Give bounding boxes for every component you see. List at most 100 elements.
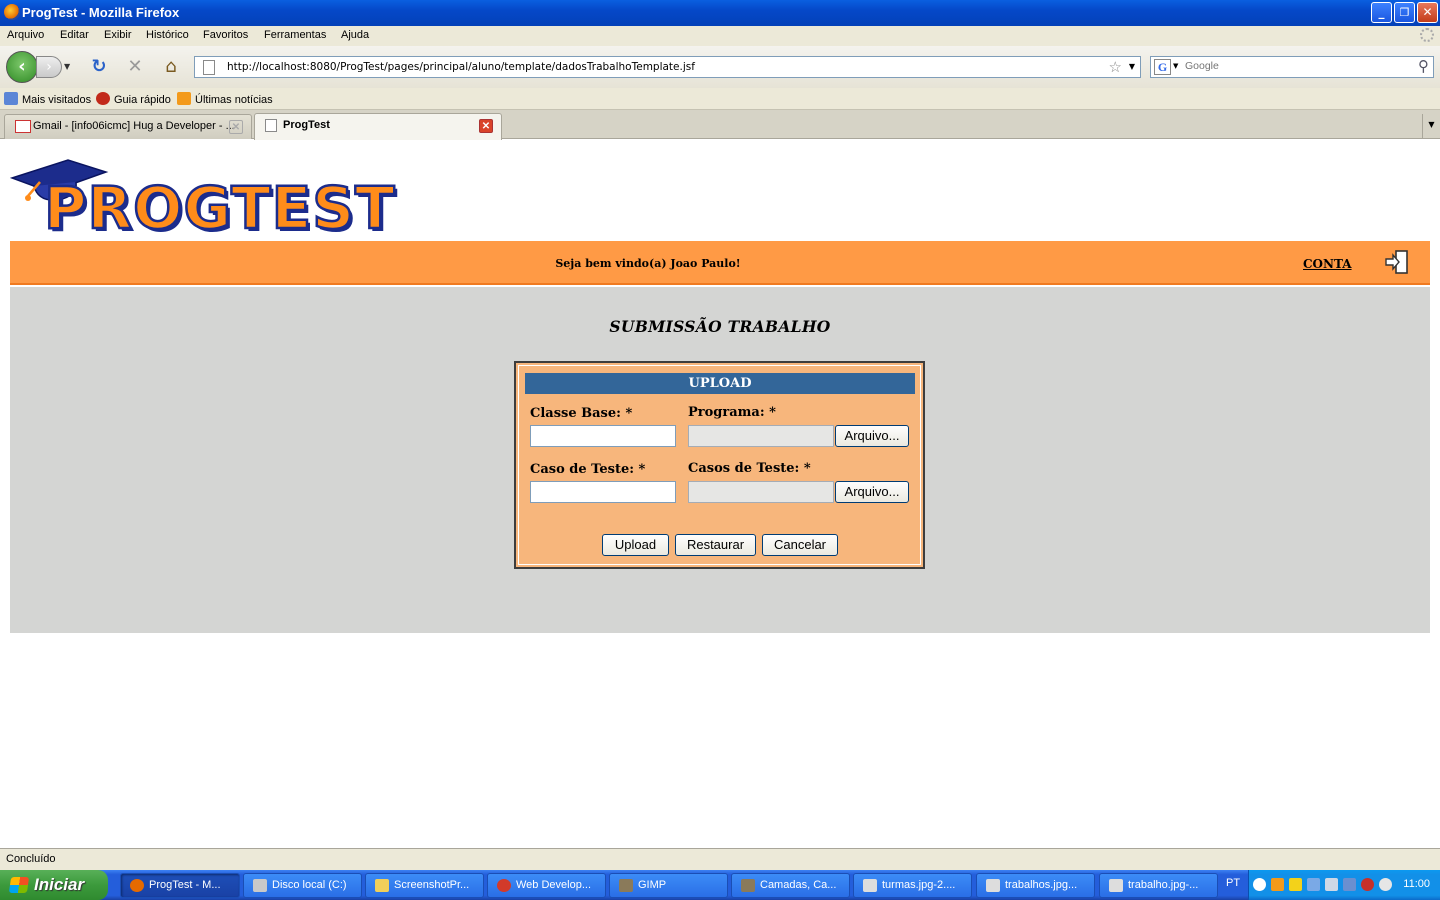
casos-teste-browse-button[interactable]: Arquivo... — [835, 481, 909, 503]
programa-label: Programa: * — [688, 405, 776, 420]
programa-browse-button[interactable]: Arquivo... — [835, 425, 909, 447]
language-indicator[interactable]: PT — [1226, 877, 1240, 889]
main-area: SUBMISSÃO TRABALHO UPLOAD Classe Base: *… — [10, 287, 1430, 633]
restaurar-button[interactable]: Restaurar — [675, 534, 756, 556]
task-progtest[interactable]: ProgTest - M... — [120, 873, 240, 898]
throbber-icon — [1420, 28, 1434, 42]
connection-icon[interactable] — [1343, 878, 1356, 891]
task-trabalho[interactable]: trabalho.jpg-... — [1099, 873, 1218, 898]
restore-button[interactable]: ❐ — [1394, 2, 1415, 23]
google-engine-icon[interactable]: G — [1154, 59, 1171, 75]
bookmark-guia-rapido[interactable]: Guia rápido — [96, 92, 171, 106]
classe-base-label: Classe Base: * — [530, 406, 633, 421]
firefox-icon — [4, 4, 20, 20]
window-title: ProgTest - Mozilla Firefox — [22, 5, 180, 20]
upload-button[interactable]: Upload — [602, 534, 669, 556]
window-titlebar: ProgTest - Mozilla Firefox _ ❐ ✕ — [0, 0, 1440, 26]
casos-teste-file-input[interactable] — [688, 481, 834, 503]
reload-icon[interactable]: ↻ — [88, 56, 110, 78]
bookmark-mais-visitados[interactable]: Mais visitados — [4, 92, 91, 106]
firefox-icon — [130, 879, 144, 892]
tab-progtest[interactable]: ProgTest ✕ — [254, 113, 502, 140]
engine-dropdown-icon[interactable]: ▼ — [1173, 62, 1178, 70]
home-icon[interactable]: ⌂ — [160, 56, 182, 78]
forward-icon[interactable]: › — [36, 56, 62, 78]
cancelar-button[interactable]: Cancelar — [762, 534, 838, 556]
tab-list-icon[interactable]: ▼ — [1422, 114, 1440, 138]
gimp-icon — [619, 879, 633, 892]
bookmark-ultimas-noticias[interactable]: Últimas notícias — [177, 92, 273, 106]
drive-icon — [253, 879, 267, 892]
status-text: Concluído — [6, 853, 56, 865]
url-dropdown-icon[interactable]: ▼ — [1129, 62, 1135, 71]
rss-icon — [177, 92, 191, 105]
upload-header: UPLOAD — [525, 373, 915, 394]
logo-wordmark: PROGTEST — [43, 174, 396, 242]
menu-bar: Arquivo Editar Exibir Histórico Favorito… — [0, 26, 1440, 46]
bookmark-star-icon[interactable]: ☆ — [1109, 58, 1122, 76]
back-icon[interactable]: ‹ — [6, 51, 38, 83]
upload-panel: UPLOAD Classe Base: * Programa: * Arquiv… — [514, 361, 925, 569]
task-trabalhos[interactable]: trabalhos.jpg... — [976, 873, 1095, 898]
menu-editar[interactable]: Editar — [60, 29, 89, 41]
programa-file-input[interactable] — [688, 425, 834, 447]
taskbar: Iniciar ProgTest - M... Disco local (C:)… — [0, 870, 1440, 900]
menu-ajuda[interactable]: Ajuda — [341, 29, 369, 41]
task-camadas[interactable]: Camadas, Ca... — [731, 873, 850, 898]
caso-teste-label: Caso de Teste: * — [530, 462, 646, 477]
close-button[interactable]: ✕ — [1417, 2, 1438, 23]
url-input[interactable] — [227, 59, 1087, 75]
history-dropdown-icon[interactable]: ▼ — [64, 62, 70, 71]
menu-ferramentas[interactable]: Ferramentas — [264, 29, 326, 41]
network-icon[interactable] — [1307, 878, 1320, 891]
page-icon — [265, 119, 277, 132]
status-bar: Concluído — [0, 848, 1440, 870]
image-window-icon — [986, 879, 1000, 892]
search-icon[interactable]: ⚲ — [1418, 57, 1429, 75]
image-window-icon — [1109, 879, 1123, 892]
gmail-icon — [15, 120, 31, 133]
tray-app-icon[interactable] — [1271, 878, 1284, 891]
welcome-message: Seja bem vindo(a) Joao Paulo! — [555, 257, 741, 270]
casos-teste-label: Casos de Teste: * — [688, 461, 811, 476]
logout-icon[interactable] — [1384, 249, 1410, 275]
search-input[interactable] — [1185, 60, 1405, 72]
menu-historico[interactable]: Histórico — [146, 29, 189, 41]
header-band: Seja bem vindo(a) Joao Paulo! CONTA — [10, 241, 1430, 285]
guide-icon — [96, 92, 110, 105]
classe-base-input[interactable] — [530, 425, 676, 447]
page-icon — [203, 60, 215, 75]
menu-favoritos[interactable]: Favoritos — [203, 29, 248, 41]
minimize-button[interactable]: _ — [1371, 2, 1392, 23]
clock: 11:00 — [1403, 878, 1430, 890]
conta-link[interactable]: CONTA — [1303, 257, 1352, 271]
caso-teste-input[interactable] — [530, 481, 676, 503]
task-gimp[interactable]: GIMP — [609, 873, 728, 898]
windows-logo-icon — [8, 877, 30, 893]
folder-icon — [4, 92, 18, 105]
bookmarks-toolbar: Mais visitados Guia rápido Últimas notíc… — [0, 88, 1440, 110]
mouse-icon[interactable] — [1379, 878, 1392, 891]
progtest-logo: PROGTEST — [10, 156, 450, 242]
menu-exibir[interactable]: Exibir — [104, 29, 132, 41]
system-tray: 11:00 — [1248, 870, 1440, 900]
web-developer-icon — [497, 879, 511, 892]
task-web-developer[interactable]: Web Develop... — [487, 873, 606, 898]
shield-icon[interactable] — [1289, 878, 1302, 891]
tab-close-icon[interactable]: ✕ — [229, 120, 243, 134]
menu-arquivo[interactable]: Arquivo — [7, 29, 44, 41]
monitor-icon[interactable] — [1325, 878, 1338, 891]
task-disco-local[interactable]: Disco local (C:) — [243, 873, 362, 898]
tab-gmail[interactable]: Gmail - [info06icmc] Hug a Developer - .… — [4, 114, 252, 139]
navigation-toolbar: ‹ › ▼ ↻ ✕ ⌂ ☆ ▼ G ▼ ⚲ — [0, 46, 1440, 88]
tray-expand-icon[interactable] — [1253, 878, 1266, 891]
page-title: SUBMISSÃO TRABALHO — [609, 317, 831, 336]
search-bar[interactable]: G ▼ ⚲ — [1150, 56, 1434, 78]
task-screenshot[interactable]: ScreenshotPr... — [365, 873, 484, 898]
url-bar[interactable]: ☆ ▼ — [194, 56, 1141, 78]
task-turmas[interactable]: turmas.jpg-2.... — [853, 873, 972, 898]
stop-icon[interactable]: ✕ — [124, 56, 146, 78]
start-button[interactable]: Iniciar — [0, 870, 108, 900]
tab-close-icon[interactable]: ✕ — [479, 119, 493, 133]
security-icon[interactable] — [1361, 878, 1374, 891]
